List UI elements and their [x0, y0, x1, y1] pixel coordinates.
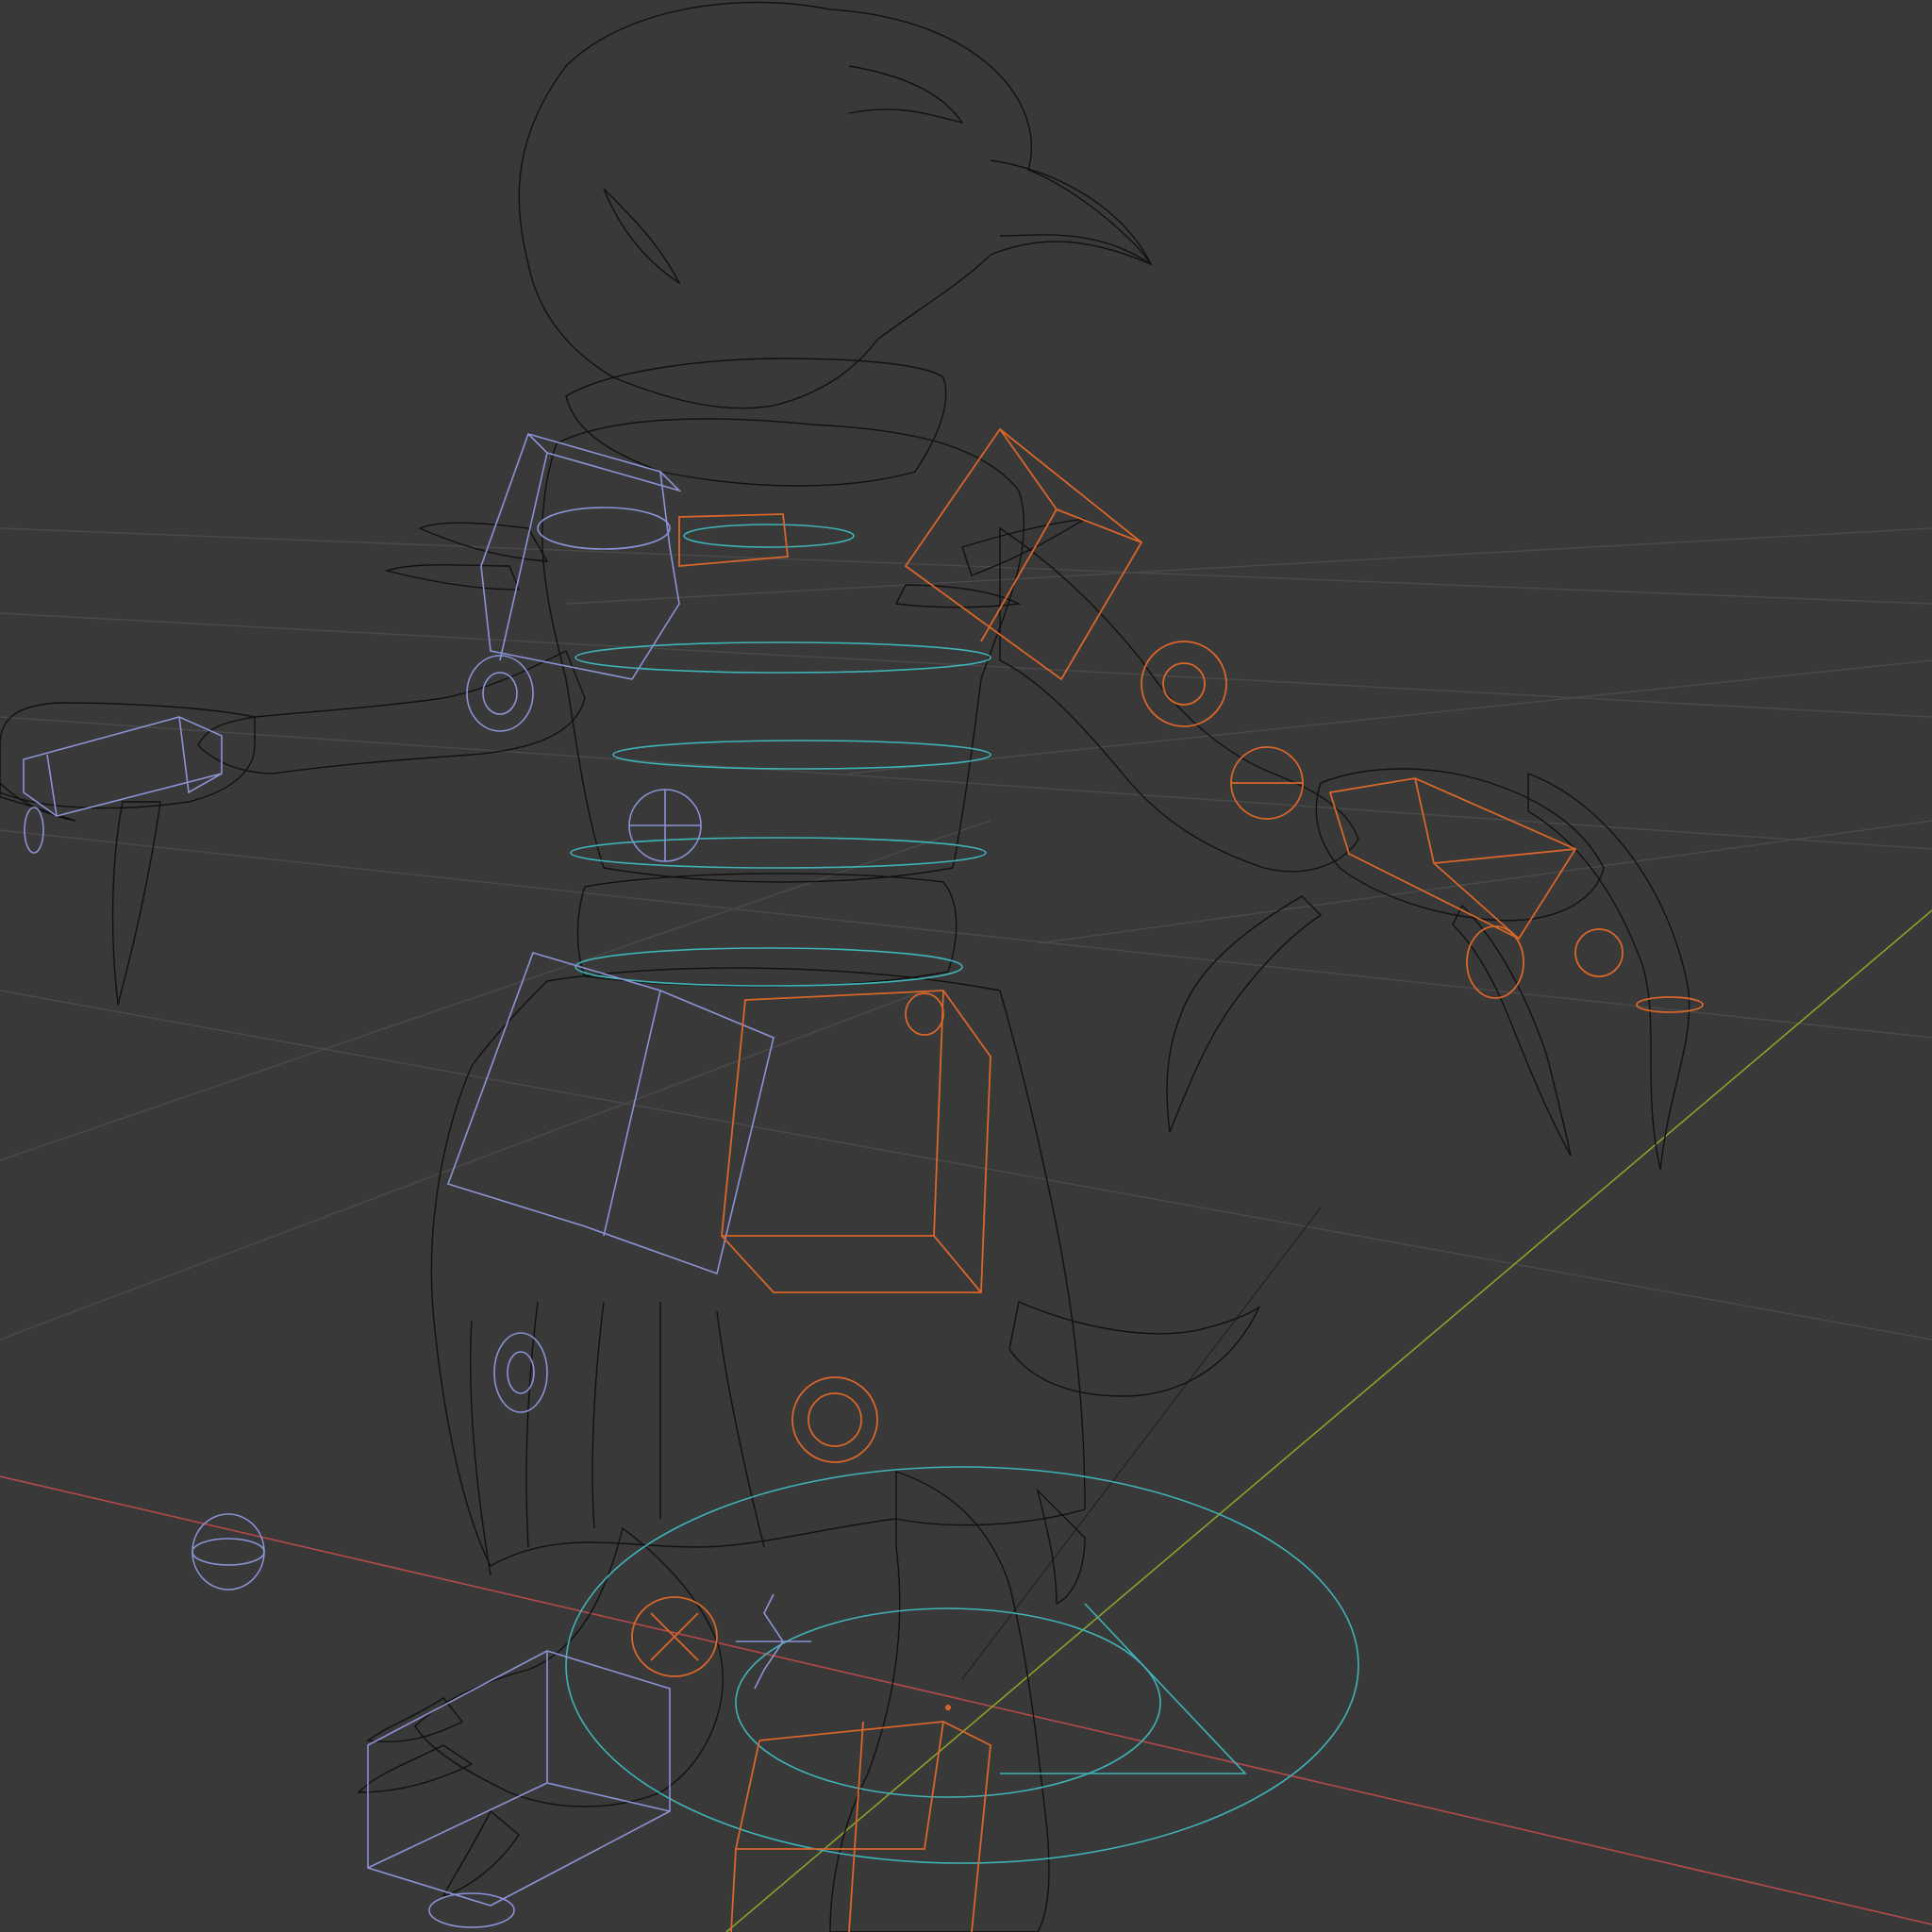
right-side-bones[interactable] [631, 427, 1704, 1932]
spine-bones[interactable] [565, 524, 1359, 1864]
root-arrow[interactable] [1000, 1603, 1247, 1774]
tail-mesh [1008, 1301, 1260, 1397]
right-foot-pivot[interactable] [945, 1705, 951, 1710]
right-finger-2[interactable] [1574, 928, 1624, 977]
left-foot-heel[interactable] [428, 1892, 515, 1928]
left-foot-toe-1 [357, 1744, 474, 1793]
skirt-strip-3 [591, 1301, 605, 1529]
skirt-mesh [430, 967, 1086, 1567]
left-shoulder-spike [418, 522, 549, 562]
right-hand-mesh [1315, 768, 1605, 922]
left-claw-mesh [111, 801, 161, 1006]
left-leg-mesh [414, 1526, 724, 1807]
right-claw-long [1527, 772, 1690, 1171]
right-hip-fk[interactable] [905, 992, 944, 1036]
left-shoulder-fk[interactable] [537, 507, 671, 550]
right-collar-bar[interactable] [678, 513, 789, 567]
head-ridge [848, 65, 964, 125]
right-elbow-ring[interactable] [1141, 641, 1227, 727]
right-foot-box[interactable] [730, 1721, 991, 1932]
bone-chain-line [961, 1207, 1322, 1680]
hip-ring[interactable] [575, 947, 963, 987]
root-ring-large[interactable] [565, 1466, 1359, 1864]
left-hand-pole[interactable] [24, 807, 44, 854]
left-side-bones[interactable] [23, 433, 811, 1928]
left-foot-box[interactable] [367, 1650, 671, 1907]
right-claw-inner [1166, 895, 1323, 1133]
head-horn-left [603, 188, 681, 286]
y-axis-line [725, 909, 1932, 1932]
root-ring-small[interactable] [735, 1607, 1161, 1798]
x-axis-line [0, 1475, 1932, 1925]
left-leg-pole[interactable] [192, 1513, 265, 1591]
right-foot-toe [1036, 1488, 1086, 1606]
3d-viewport[interactable] [0, 0, 1932, 1932]
left-leg-pole-2[interactable] [192, 1538, 265, 1566]
spine-ring-2[interactable] [612, 740, 991, 770]
skirt-strip-5 [716, 1310, 765, 1548]
collar-mesh [565, 358, 947, 487]
skirt-strip-1 [469, 1320, 491, 1576]
belt-mesh [576, 873, 958, 988]
left-shoulder-spike-2 [384, 564, 521, 591]
left-elbow-ring[interactable] [466, 655, 534, 732]
right-elbow-ring-inner[interactable] [1162, 662, 1206, 706]
left-knee-ring[interactable] [493, 1332, 548, 1413]
right-knee-ring-inner[interactable] [808, 1392, 862, 1447]
left-elbow-ring-inner[interactable] [482, 672, 518, 715]
head-mesh [518, 1, 1153, 409]
right-hip-box[interactable] [721, 990, 991, 1293]
skirt-strip-2 [525, 1301, 539, 1548]
right-knee-ring[interactable] [791, 1376, 878, 1463]
left-arm-mesh [197, 650, 586, 774]
torso-mesh [541, 418, 1025, 883]
right-shoulder-box[interactable] [904, 427, 1143, 681]
neck-ring[interactable] [683, 524, 855, 548]
left-foot-roll[interactable] [736, 1593, 811, 1690]
left-hip-box[interactable] [446, 952, 774, 1275]
character-mesh[interactable] [0, 1, 1690, 1932]
beak-mesh [990, 159, 1153, 267]
chest-ring[interactable] [575, 641, 991, 674]
left-foot-toe-3 [441, 1809, 520, 1898]
